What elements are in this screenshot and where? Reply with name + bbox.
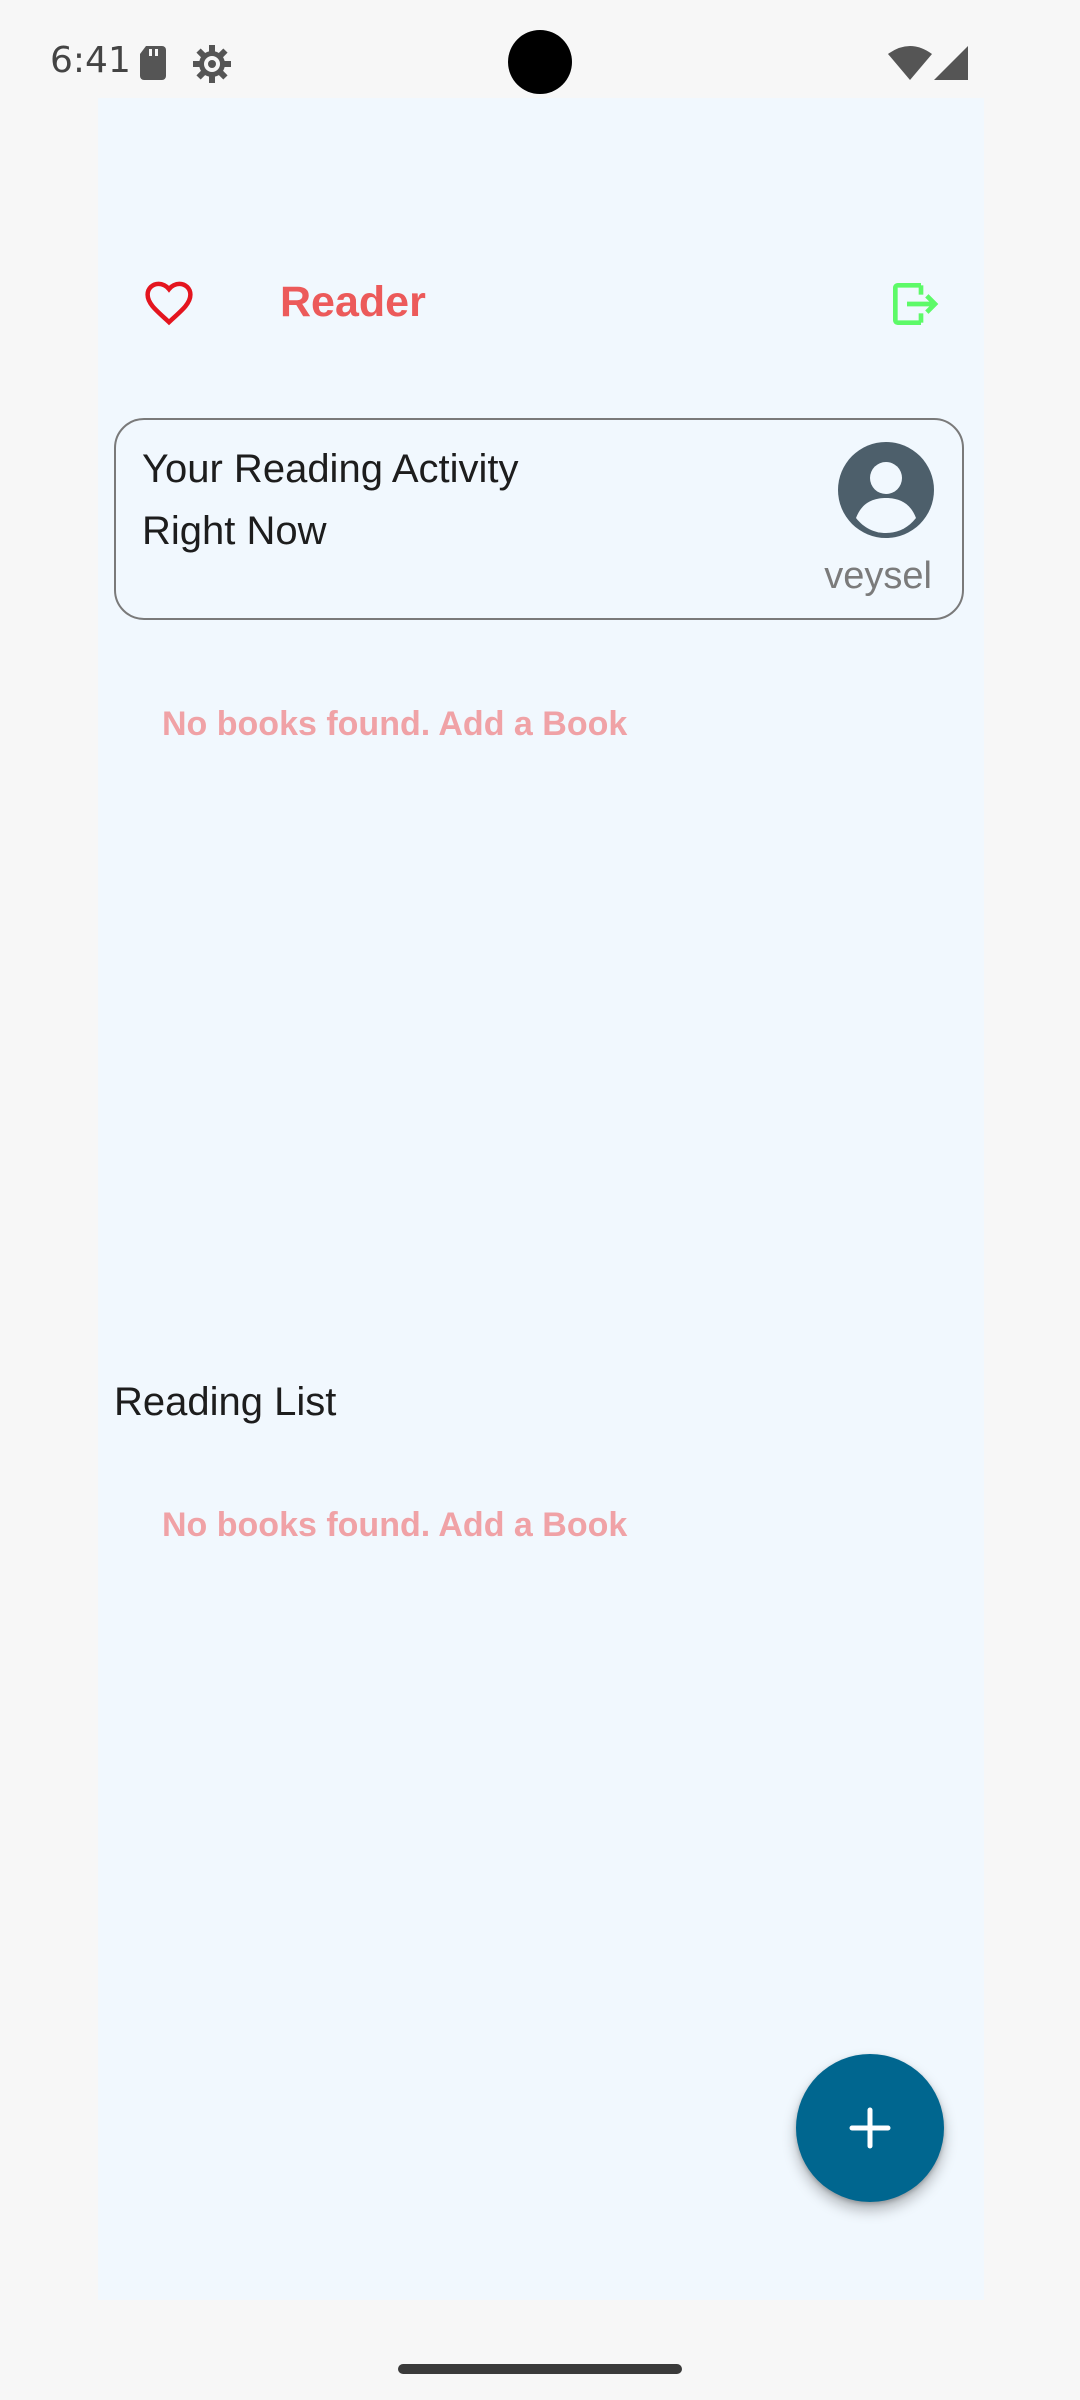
current-reading-empty-message: No books found. Add a Book — [162, 705, 628, 743]
activity-card-title: Your Reading Activity Right Now — [142, 447, 519, 553]
app-content: Reader Your Reading Activity Right Now v… — [98, 98, 984, 2300]
plus-icon — [849, 2107, 891, 2149]
add-book-fab[interactable] — [796, 2054, 944, 2202]
camera-cutout — [508, 30, 572, 94]
screen: 6:41 Reader Your Reading Activity Right … — [0, 0, 1080, 2400]
reading-list-title: Reading List — [114, 1380, 337, 1424]
account-circle-icon[interactable] — [836, 440, 936, 540]
top-app-bar: Reader — [98, 268, 984, 338]
heart-outline-icon[interactable] — [142, 276, 196, 330]
settings-gear-icon — [193, 45, 231, 83]
reading-activity-card[interactable]: Your Reading Activity Right Now veysel — [114, 418, 964, 620]
wifi-icon — [888, 46, 932, 80]
app-title: Reader — [280, 278, 426, 326]
gesture-nav-handle[interactable] — [398, 2364, 682, 2374]
cell-signal-icon — [934, 46, 968, 80]
username-label: veysel — [824, 555, 932, 597]
sd-card-icon — [140, 46, 166, 80]
status-time: 6:41 — [50, 40, 131, 81]
logout-icon[interactable] — [886, 276, 942, 332]
reading-list-empty-message: No books found. Add a Book — [162, 1506, 628, 1544]
